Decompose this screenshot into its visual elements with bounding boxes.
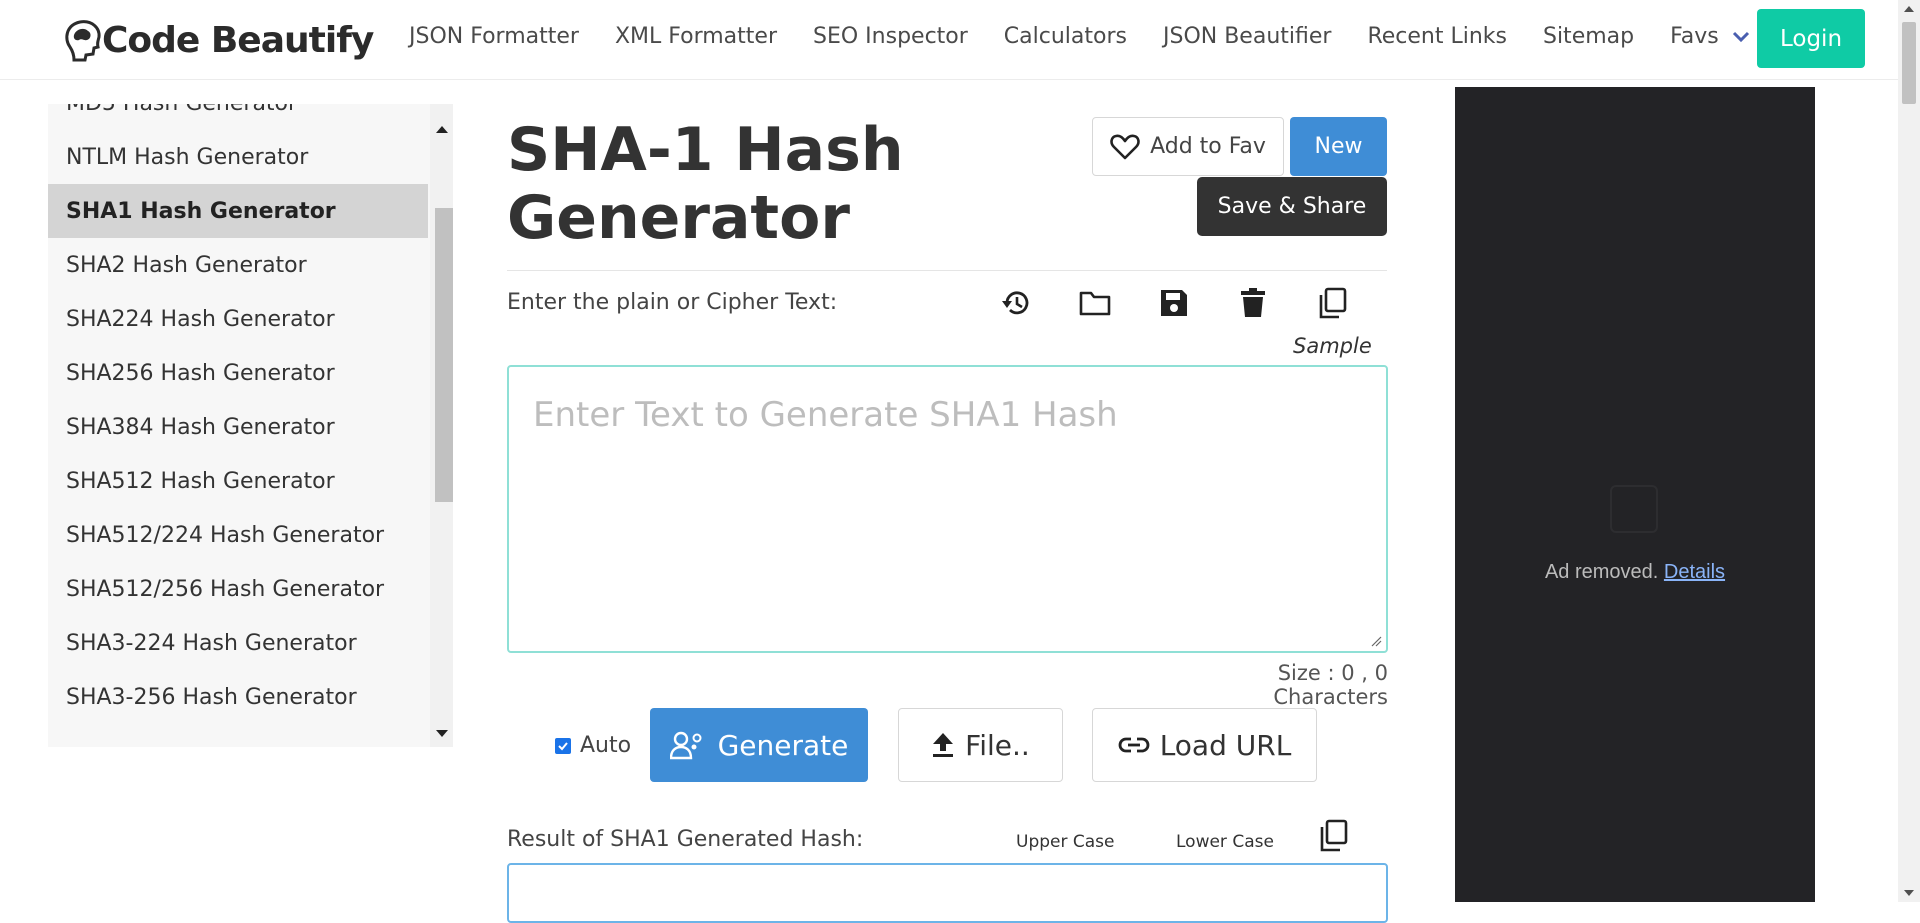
sidebar-item-label: SHA224 Hash Generator [66, 306, 335, 332]
generate-user-gear-icon [669, 731, 702, 760]
section-divider [507, 270, 1387, 271]
sidebar-item-label: SHA3-256 Hash Generator [66, 684, 357, 710]
page-scrollbar-thumb[interactable] [1902, 22, 1916, 104]
nav-calculators[interactable]: Calculators [1004, 24, 1127, 49]
resize-grip-icon[interactable] [1370, 635, 1382, 647]
login-button[interactable]: Login [1757, 9, 1865, 68]
ad-message: Ad removed. Details [1455, 561, 1815, 584]
sidebar-item-sha512-224[interactable]: SHA512/224 Hash Generator [48, 508, 428, 562]
result-output[interactable] [507, 863, 1388, 923]
load-url-button[interactable]: Load URL [1092, 708, 1317, 782]
sidebar-item-md5[interactable]: MD5 Hash Generator [48, 104, 428, 130]
sidebar-scroll-up-arrow[interactable] [436, 126, 448, 133]
sidebar-item-sha224[interactable]: SHA224 Hash Generator [48, 292, 428, 346]
brain-head-icon [65, 20, 101, 62]
file-label: File.. [965, 728, 1030, 762]
checkmark-icon [558, 741, 568, 750]
ad-details-link[interactable]: Details [1664, 561, 1725, 583]
file-upload-button[interactable]: File.. [898, 708, 1063, 782]
add-to-fav-button[interactable]: Add to Fav [1092, 117, 1284, 176]
ad-placeholder-icon [1610, 485, 1658, 533]
lower-case-button[interactable]: Lower Case [1176, 832, 1274, 852]
input-label: Enter the plain or Cipher Text: [507, 290, 838, 315]
upper-case-button[interactable]: Upper Case [1016, 832, 1114, 852]
sidebar-item-sha384[interactable]: SHA384 Hash Generator [48, 400, 428, 454]
load-url-label: Load URL [1159, 728, 1292, 762]
sidebar-item-sha3-224[interactable]: SHA3-224 Hash Generator [48, 616, 428, 670]
history-icon[interactable] [999, 286, 1033, 320]
upload-icon [933, 733, 954, 757]
sidebar-item-label: SHA256 Hash Generator [66, 360, 335, 386]
copy-icon[interactable] [1315, 286, 1349, 320]
sidebar-item-label: SHA384 Hash Generator [66, 414, 335, 440]
sidebar-scrollbar[interactable] [430, 104, 453, 747]
sidebar-item-sha512-256[interactable]: SHA512/256 Hash Generator [48, 562, 428, 616]
nav-seo-inspector[interactable]: SEO Inspector [813, 24, 968, 49]
auto-checkbox-group[interactable]: Auto [555, 733, 631, 758]
top-navbar: Code Beautify JSON Formatter XML Formatt… [0, 0, 1898, 80]
sidebar-item-sha1[interactable]: SHA1 Hash Generator [48, 184, 428, 238]
site-logo[interactable]: Code Beautify [60, 14, 374, 66]
page-scrollbar[interactable] [1898, 0, 1920, 902]
tools-sidebar: MD5 Hash Generator NTLM Hash Generator S… [48, 104, 453, 747]
nav-favs-dropdown[interactable]: Favs [1670, 24, 1751, 49]
sidebar-item-label: SHA1 Hash Generator [66, 198, 336, 224]
input-placeholder: Enter Text to Generate SHA1 Hash [533, 395, 1118, 435]
ad-panel: Ad removed. Details [1455, 87, 1815, 902]
save-share-button[interactable]: Save & Share [1197, 177, 1387, 236]
favs-label: Favs [1670, 24, 1719, 49]
sidebar-item-label: SHA512 Hash Generator [66, 468, 335, 494]
generate-label: Generate [717, 728, 849, 762]
copy-result-icon[interactable] [1318, 819, 1348, 853]
new-button[interactable]: New [1290, 117, 1387, 176]
main-nav: JSON Formatter XML Formatter SEO Inspect… [409, 24, 1787, 49]
nav-json-formatter[interactable]: JSON Formatter [409, 24, 579, 49]
add-to-fav-label: Add to Fav [1150, 134, 1266, 159]
sidebar-item-ntlm[interactable]: NTLM Hash Generator [48, 130, 428, 184]
sidebar-item-label: SHA512/224 Hash Generator [66, 522, 385, 548]
trash-icon[interactable] [1236, 286, 1270, 320]
page-title: SHA-1 Hash Generator [507, 115, 904, 253]
ad-removed-text: Ad removed. [1544, 561, 1659, 583]
link-icon [1118, 737, 1150, 753]
result-label: Result of SHA1 Generated Hash: [507, 827, 864, 852]
auto-checkbox[interactable] [555, 737, 571, 754]
logo-text: Code Beautify [102, 19, 374, 61]
sidebar-item-sha512[interactable]: SHA512 Hash Generator [48, 454, 428, 508]
nav-xml-formatter[interactable]: XML Formatter [615, 24, 777, 49]
size-counter: Size : 0 , 0 Characters [1273, 661, 1388, 709]
nav-json-beautifier[interactable]: JSON Beautifier [1163, 24, 1331, 49]
sidebar-scroll-down-arrow[interactable] [436, 730, 448, 737]
heart-icon [1110, 134, 1140, 159]
sidebar-item-label: MD5 Hash Generator [66, 104, 297, 116]
sidebar-item-sha256[interactable]: SHA256 Hash Generator [48, 346, 428, 400]
save-icon[interactable] [1157, 286, 1191, 320]
auto-label: Auto [580, 733, 632, 758]
generate-button[interactable]: Generate [650, 708, 868, 782]
nav-recent-links[interactable]: Recent Links [1367, 24, 1507, 49]
sidebar-item-sha3-256[interactable]: SHA3-256 Hash Generator [48, 670, 428, 724]
folder-icon[interactable] [1078, 286, 1112, 320]
sidebar-scrollbar-thumb[interactable] [435, 208, 453, 502]
sidebar-item-label: SHA2 Hash Generator [66, 252, 307, 278]
sidebar-item-label: SHA3-224 Hash Generator [66, 630, 357, 656]
scroll-down-arrow[interactable] [1904, 890, 1914, 896]
sidebar-item-label: SHA512/256 Hash Generator [66, 576, 385, 602]
sample-link[interactable]: Sample [1293, 334, 1372, 358]
chevron-down-icon [1732, 31, 1749, 42]
sidebar-item-sha2[interactable]: SHA2 Hash Generator [48, 238, 428, 292]
scroll-up-arrow[interactable] [1904, 6, 1914, 12]
sidebar-item-label: NTLM Hash Generator [66, 144, 309, 170]
plain-text-input[interactable]: Enter Text to Generate SHA1 Hash [507, 365, 1388, 653]
nav-sitemap[interactable]: Sitemap [1543, 24, 1634, 49]
